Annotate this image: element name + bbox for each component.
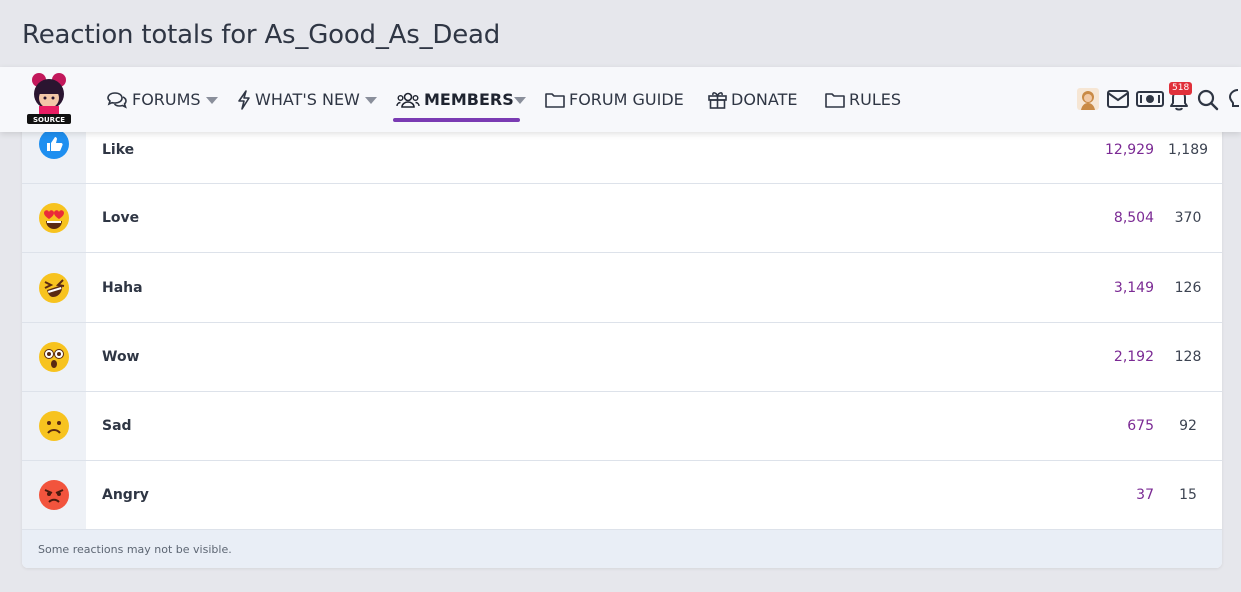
- logo-text: SOURCE: [33, 116, 65, 124]
- reaction-given-count[interactable]: 3,149: [1114, 280, 1154, 296]
- reaction-name: Like: [102, 142, 135, 158]
- reaction-given-count[interactable]: 2,192: [1114, 349, 1154, 365]
- comments-icon: [107, 91, 127, 109]
- nav-rules[interactable]: RULES: [825, 67, 901, 132]
- reaction-received-count: 1,189: [1167, 142, 1209, 158]
- reaction-given-count[interactable]: 675: [1127, 418, 1154, 434]
- love-reaction-icon: [39, 203, 69, 233]
- haha-reaction-icon: [39, 272, 69, 303]
- nav-forums[interactable]: FORUMS: [106, 67, 201, 132]
- lightbulb-icon[interactable]: [1228, 88, 1241, 110]
- nav-donate[interactable]: DONATE: [708, 67, 797, 132]
- folder-icon: [825, 92, 845, 108]
- reaction-given-count[interactable]: 12,929: [1105, 142, 1154, 158]
- nav-forums-label: FORUMS: [132, 90, 201, 109]
- nav-members[interactable]: MEMBERS: [396, 67, 514, 132]
- whats-new-dropdown-caret[interactable]: [365, 97, 377, 104]
- reaction-name: Sad: [102, 418, 132, 434]
- active-tab-indicator: [393, 118, 520, 122]
- reaction-given-count[interactable]: 37: [1136, 487, 1154, 503]
- reaction-row-angry: Angry 37 15: [22, 461, 1222, 530]
- sad-reaction-icon: [39, 411, 69, 441]
- mail-icon[interactable]: [1107, 90, 1129, 108]
- reaction-given-count[interactable]: 8,504: [1114, 210, 1154, 226]
- reaction-received-count: 15: [1179, 487, 1197, 503]
- angry-reaction-icon: [39, 480, 69, 510]
- reaction-name: Love: [102, 210, 140, 226]
- reaction-received-count: 370: [1174, 210, 1202, 226]
- reaction-name: Wow: [102, 349, 140, 365]
- money-icon[interactable]: [1136, 91, 1164, 107]
- members-dropdown-caret[interactable]: [514, 97, 526, 104]
- nav-donate-label: DONATE: [731, 90, 798, 109]
- forums-dropdown-caret[interactable]: [206, 97, 218, 104]
- reaction-name: Haha: [102, 279, 143, 296]
- users-icon: [396, 92, 420, 108]
- like-reaction-icon: [39, 129, 69, 159]
- user-avatar[interactable]: [1077, 88, 1099, 110]
- card-footer: Some reactions may not be visible.: [22, 530, 1222, 568]
- folder-icon: [545, 92, 565, 108]
- reaction-received-count: 126: [1174, 279, 1202, 296]
- reaction-row-love: Love 8,504 370: [22, 184, 1222, 253]
- gift-icon: [708, 91, 727, 109]
- nav-forum-guide[interactable]: FORUM GUIDE: [545, 67, 684, 132]
- nav-whats-new-label: WHAT'S NEW: [255, 90, 360, 109]
- nav-forum-guide-label: FORUM GUIDE: [569, 90, 684, 109]
- reaction-row-wow: Wow 2,192 128: [22, 323, 1222, 392]
- nav-whats-new[interactable]: WHAT'S NEW: [237, 67, 360, 132]
- reaction-row-haha: Haha 3,149 126: [22, 253, 1222, 323]
- footer-note: Some reactions may not be visible.: [38, 543, 232, 556]
- reaction-name: Angry: [102, 487, 149, 503]
- main-navbar: SOURCE FORUMS WHAT'S NEW MEMBERS FORUM G…: [0, 67, 1241, 132]
- nav-rules-label: RULES: [849, 90, 902, 109]
- reaction-received-count: 92: [1179, 418, 1197, 434]
- reaction-received-count: 128: [1174, 349, 1202, 365]
- wow-reaction-icon: [39, 342, 69, 372]
- nav-members-label: MEMBERS: [424, 90, 514, 109]
- search-icon[interactable]: [1197, 89, 1219, 111]
- site-logo[interactable]: SOURCE: [25, 70, 73, 126]
- notification-badge: 518: [1169, 82, 1193, 95]
- reaction-totals-card: Like 12,929 1,189 Love 8,504 370 Haha 3,…: [22, 115, 1222, 568]
- reaction-row-sad: Sad 675 92: [22, 392, 1222, 461]
- page-title: Reaction totals for As_Good_As_Dead: [22, 20, 501, 50]
- bolt-icon: [238, 89, 250, 110]
